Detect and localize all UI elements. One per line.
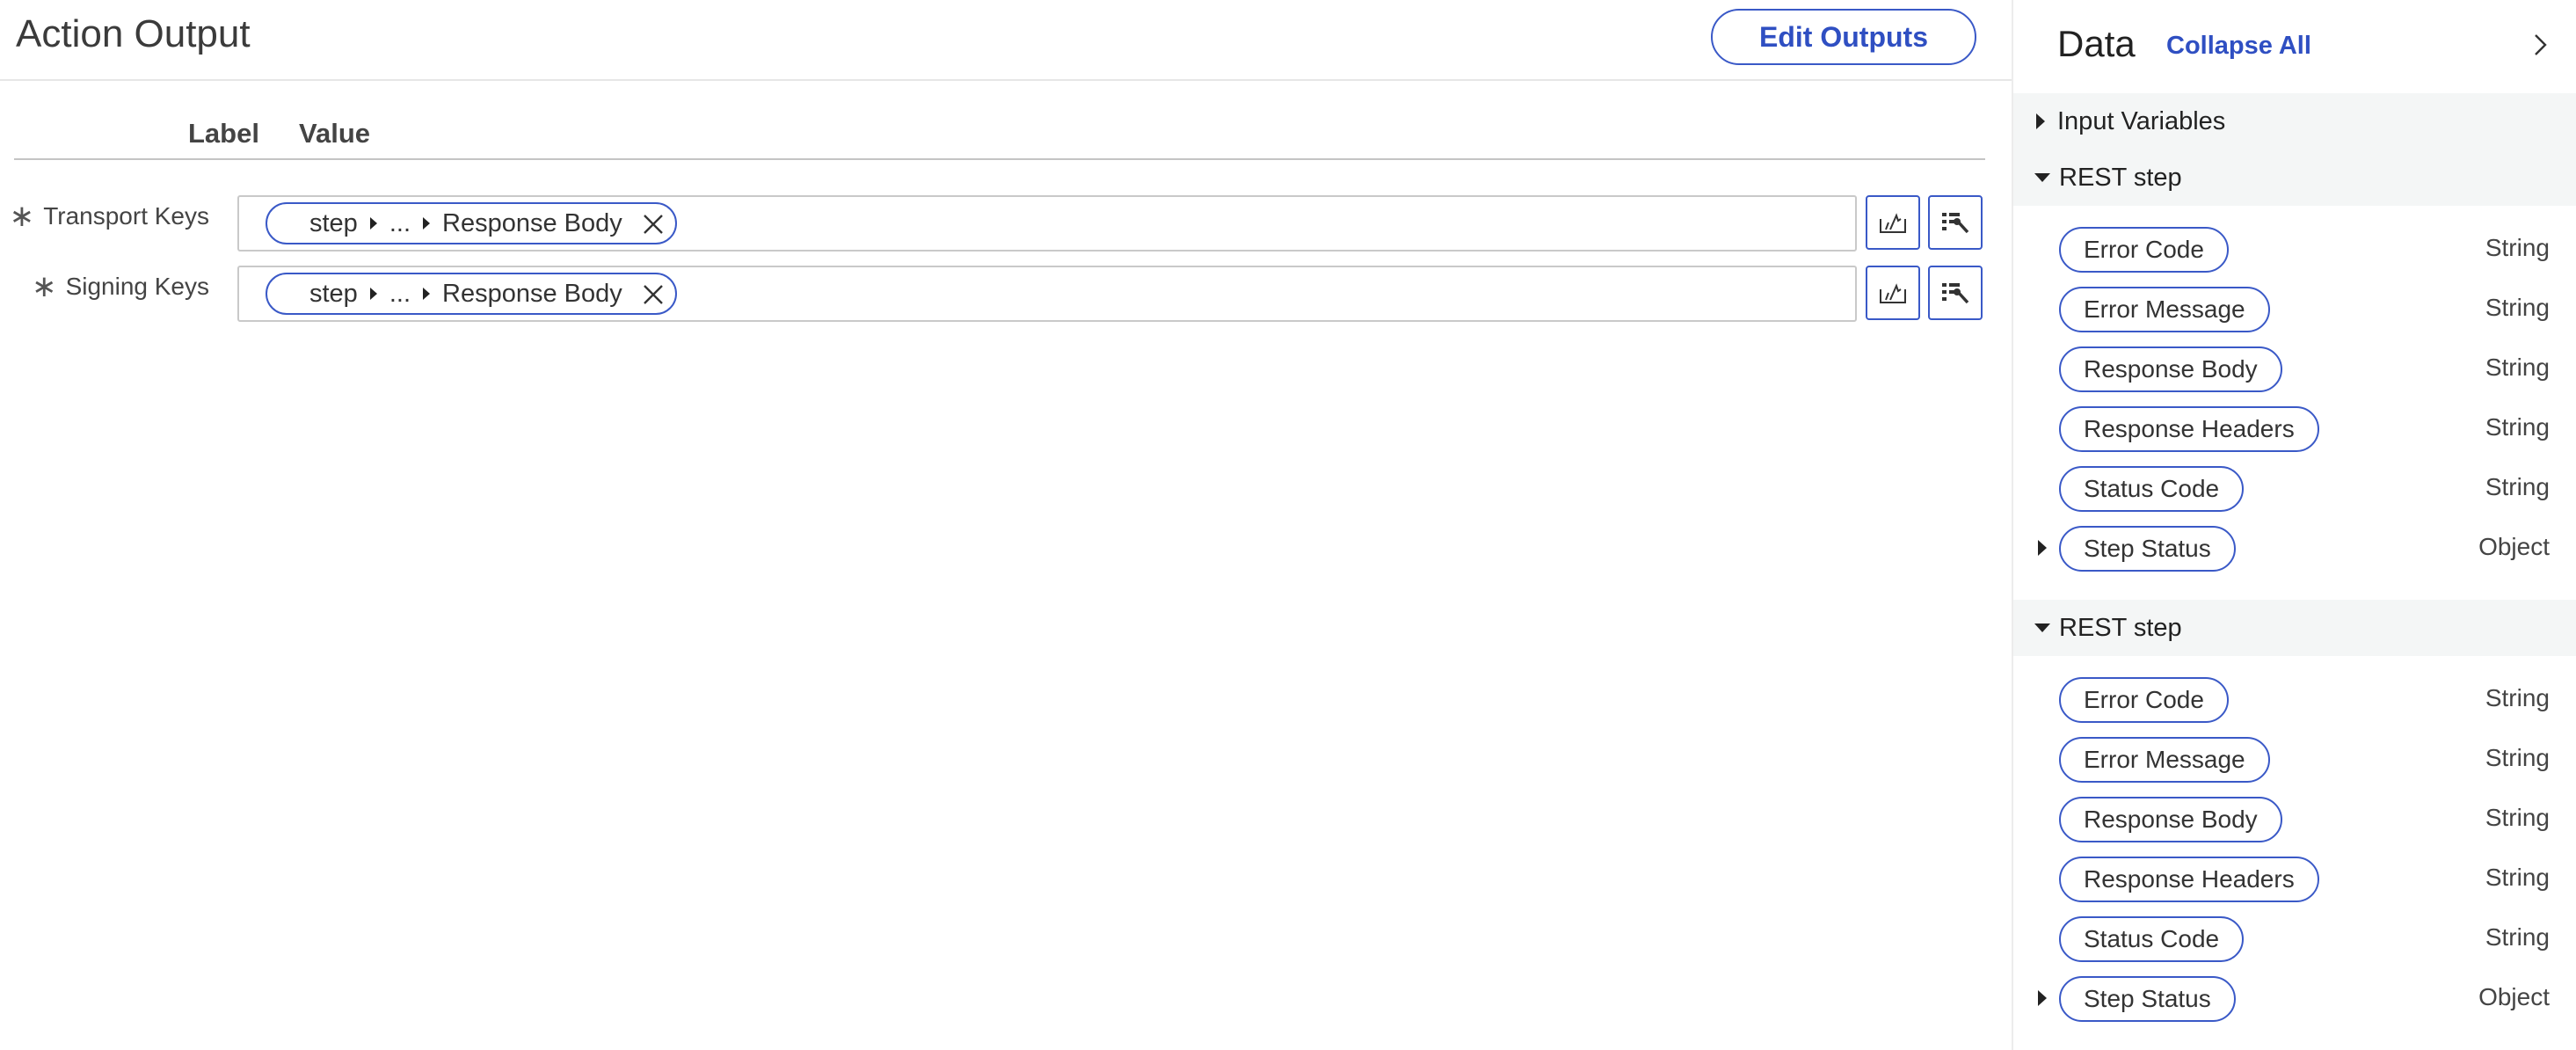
edit-outputs-button[interactable]: Edit Outputs: [1711, 9, 1976, 65]
data-pill-error-message[interactable]: Error Message: [2059, 737, 2270, 783]
data-pill-picker-icon: [1880, 283, 1906, 303]
condition-builder-button[interactable]: [1928, 195, 1983, 250]
data-type-label: Object: [2478, 533, 2550, 560]
condition-builder-button[interactable]: [1928, 266, 1983, 320]
output-row-label-transport-keys: ∗ Transport Keys: [9, 199, 209, 234]
data-pill-error-code[interactable]: Error Code: [2059, 227, 2229, 273]
data-item: Response Headers String: [2013, 855, 2576, 904]
action-output-panel: Action Output Edit Outputs Label Value ∗…: [0, 0, 2012, 1050]
data-type-label: Object: [2478, 983, 2550, 1010]
expand-triangle-icon[interactable]: [2038, 540, 2047, 556]
data-type-label: String: [2485, 804, 2550, 831]
data-item: Status Code String: [2013, 915, 2576, 964]
data-type-label: String: [2485, 294, 2550, 321]
data-item: Response Body String: [2013, 795, 2576, 844]
data-pill-response-headers[interactable]: Response Headers: [2059, 406, 2319, 452]
data-type-label: String: [2485, 864, 2550, 891]
caret-right-icon: [369, 288, 377, 300]
header-divider: [14, 158, 1985, 160]
output-value-field-transport-keys[interactable]: step ... Response Body: [237, 195, 1857, 252]
caret-right-icon: [423, 217, 430, 230]
caret-right-icon: [369, 217, 377, 230]
required-marker: ∗: [9, 200, 35, 233]
output-label-text: Transport Keys: [43, 202, 209, 230]
pill-segment-field: Response Body: [442, 208, 622, 237]
output-value-field-signing-keys[interactable]: step ... Response Body: [237, 266, 1857, 322]
data-panel: Data Collapse All Input Variables REST s…: [2012, 0, 2576, 1050]
page-title: Action Output: [16, 12, 251, 55]
data-item: Error Message String: [2013, 285, 2576, 334]
data-item: Status Code String: [2013, 464, 2576, 514]
collapse-triangle-icon: [2034, 173, 2050, 182]
data-pill-response-body[interactable]: Response Body: [2059, 797, 2282, 842]
close-icon[interactable]: [642, 283, 665, 306]
data-pill-response-body[interactable]: Response Body: [2059, 346, 2282, 392]
data-group-label: REST step: [2059, 163, 2182, 192]
data-item: Error Message String: [2013, 735, 2576, 784]
data-type-label: String: [2485, 354, 2550, 381]
chevron-right-icon[interactable]: [2527, 32, 2553, 58]
pill-segment-ellipsis: ...: [389, 208, 411, 237]
data-group-rest-step[interactable]: REST step: [2013, 149, 2576, 206]
data-item: Response Body String: [2013, 345, 2576, 394]
data-item: Error Code String: [2013, 225, 2576, 274]
data-pill-picker-icon: [1880, 213, 1906, 233]
title-divider: [0, 79, 2012, 81]
data-pill-step-status[interactable]: Step Status: [2059, 976, 2236, 1022]
data-group-label: Input Variables: [2057, 106, 2226, 135]
expand-triangle-icon[interactable]: [2038, 990, 2047, 1006]
data-panel-title: Data: [2057, 23, 2136, 64]
condition-builder-icon: [1942, 213, 1969, 234]
data-type-label: String: [2485, 413, 2550, 441]
data-type-label: String: [2485, 234, 2550, 261]
data-item: Step Status Object: [2013, 524, 2576, 573]
output-row-label-signing-keys: ∗ Signing Keys: [9, 269, 209, 304]
condition-builder-icon: [1942, 283, 1969, 304]
data-pill-error-code[interactable]: Error Code: [2059, 677, 2229, 723]
pill-segment-step: step: [309, 208, 358, 237]
data-pill-status-code[interactable]: Status Code: [2059, 916, 2245, 962]
data-type-label: String: [2485, 744, 2550, 771]
data-type-label: String: [2485, 473, 2550, 500]
required-marker: ∗: [32, 270, 57, 303]
pill-segment-step: step: [309, 279, 358, 308]
caret-right-icon: [423, 288, 430, 300]
data-pill-step-status[interactable]: Step Status: [2059, 526, 2236, 572]
data-type-label: String: [2485, 684, 2550, 711]
pill-segment-ellipsis: ...: [389, 279, 411, 308]
data-group-label: REST step: [2059, 613, 2182, 642]
data-item: Response Headers String: [2013, 405, 2576, 454]
data-group-rest-step[interactable]: REST step: [2013, 600, 2576, 656]
data-pill-error-message[interactable]: Error Message: [2059, 287, 2270, 332]
data-pill-status-code[interactable]: Status Code: [2059, 466, 2245, 512]
data-group-input-variables[interactable]: Input Variables: [2013, 93, 2576, 149]
expand-triangle-icon: [2036, 113, 2045, 129]
data-pill[interactable]: step ... Response Body: [266, 202, 677, 244]
column-header-label: Label: [188, 118, 259, 149]
data-item: Error Code String: [2013, 675, 2576, 725]
output-label-text: Signing Keys: [65, 273, 209, 300]
data-pill-picker-button[interactable]: [1866, 266, 1920, 320]
data-pill-response-headers[interactable]: Response Headers: [2059, 857, 2319, 902]
collapse-triangle-icon: [2034, 623, 2050, 632]
pill-segment-field: Response Body: [442, 279, 622, 308]
close-icon[interactable]: [642, 213, 665, 236]
collapse-all-link[interactable]: Collapse All: [2166, 32, 2311, 61]
column-header-value: Value: [299, 118, 370, 149]
data-item: Step Status Object: [2013, 974, 2576, 1024]
data-pill[interactable]: step ... Response Body: [266, 273, 677, 315]
data-pill-picker-button[interactable]: [1866, 195, 1920, 250]
data-type-label: String: [2485, 923, 2550, 951]
